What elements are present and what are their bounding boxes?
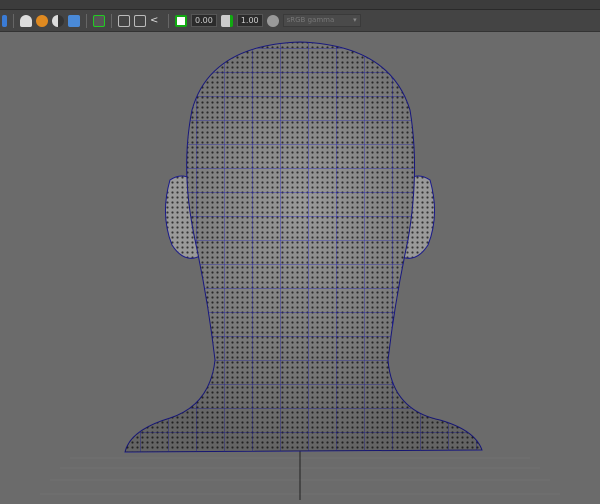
gamma-icon[interactable] xyxy=(220,14,233,27)
isolate-icon[interactable] xyxy=(93,14,105,27)
divider xyxy=(13,13,14,28)
texture-icon[interactable] xyxy=(68,14,80,27)
divider xyxy=(86,13,87,28)
divider xyxy=(111,13,112,28)
xray-icon[interactable] xyxy=(118,14,130,27)
lights-icon[interactable] xyxy=(20,14,32,27)
components-icon[interactable]: < xyxy=(150,15,162,27)
wireframe-icon[interactable] xyxy=(134,14,146,27)
material-icon[interactable] xyxy=(36,14,48,27)
menu-strip xyxy=(0,0,600,10)
exposure-icon[interactable] xyxy=(175,14,187,27)
color-space-label: sRGB gamma xyxy=(286,16,335,24)
head-mesh xyxy=(124,41,483,453)
viewport-toolbar: < 0.00 1.00 sRGB gamma ▾ xyxy=(0,10,600,32)
divider xyxy=(168,13,169,28)
object-icon[interactable] xyxy=(2,14,7,27)
exposure-input[interactable]: 0.00 xyxy=(191,14,217,27)
head-mesh-render xyxy=(40,41,560,500)
gamma-input[interactable]: 1.00 xyxy=(236,14,263,27)
3d-viewport[interactable] xyxy=(0,33,600,500)
chevron-down-icon: ▾ xyxy=(353,16,357,24)
color-management-icon[interactable] xyxy=(266,14,279,27)
shadow-icon[interactable] xyxy=(52,14,64,27)
color-space-dropdown[interactable]: sRGB gamma ▾ xyxy=(282,14,361,27)
